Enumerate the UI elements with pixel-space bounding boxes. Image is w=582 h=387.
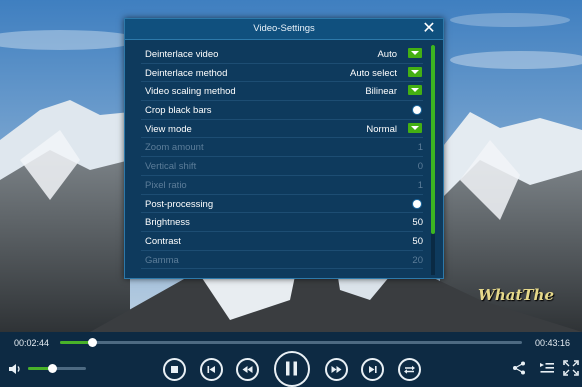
setting-row-gamma: Gamma 20: [141, 251, 423, 270]
settings-list: Deinterlace video Auto Deinterlace method A…: [141, 45, 423, 270]
setting-value[interactable]: Auto select: [350, 68, 397, 79]
seek-handle[interactable]: [87, 338, 97, 347]
setting-label: View mode: [145, 123, 192, 135]
stop-icon: [171, 366, 178, 373]
setting-row-vertical-shift: Vertical shift 0: [141, 157, 423, 176]
setting-label: Contrast: [145, 235, 181, 247]
seek-bar[interactable]: [60, 338, 522, 347]
volume-handle[interactable]: [48, 364, 58, 373]
dialog-title: Video-Settings: [253, 23, 315, 34]
dialog-header: Video-Settings ✕: [125, 19, 443, 40]
close-icon[interactable]: ✕: [421, 20, 437, 38]
setting-label: Video scaling method: [145, 86, 236, 98]
watermark-logo: WhatThe: [478, 286, 555, 304]
setting-row-pixel-ratio: Pixel ratio 1: [141, 176, 423, 195]
repeat-icon: [404, 365, 415, 374]
volume-icon[interactable]: [8, 362, 22, 376]
toggle-switch[interactable]: [413, 199, 421, 208]
setting-value: 1: [417, 179, 423, 191]
rewind-button[interactable]: [236, 358, 259, 381]
volume-slider[interactable]: [28, 364, 86, 373]
chevron-down-icon[interactable]: [408, 66, 422, 77]
setting-value[interactable]: 50: [412, 236, 423, 247]
setting-row-deinterlace-video[interactable]: Deinterlace video Auto: [141, 45, 423, 64]
setting-label: Gamma: [145, 254, 179, 266]
share-icon[interactable]: [511, 360, 527, 376]
setting-row-deinterlace-method[interactable]: Deinterlace method Auto select: [141, 64, 423, 83]
setting-row-video-scaling-method[interactable]: Video scaling method Bilinear: [141, 82, 423, 102]
pause-button[interactable]: [274, 351, 310, 387]
skip-previous-icon: [207, 366, 215, 373]
setting-label: Deinterlace method: [145, 67, 228, 79]
setting-value[interactable]: Auto: [377, 49, 397, 60]
setting-row-contrast[interactable]: Contrast 50: [141, 232, 423, 251]
fast-forward-icon: [331, 366, 342, 373]
setting-value[interactable]: 50: [412, 217, 423, 228]
setting-value: 20: [412, 254, 423, 266]
toggle-switch[interactable]: [413, 106, 421, 115]
stop-button[interactable]: [163, 358, 186, 381]
pause-icon: [286, 361, 297, 376]
rewind-icon: [242, 366, 253, 373]
fullscreen-icon[interactable]: [563, 360, 579, 376]
setting-label: Post-processing: [145, 198, 214, 210]
setting-row-view-mode[interactable]: View mode Normal: [141, 120, 423, 139]
video-settings-dialog: Video-Settings ✕ Deinterlace video Auto De…: [124, 18, 444, 279]
setting-label: Deinterlace video: [145, 49, 219, 60]
chevron-down-icon[interactable]: [408, 48, 422, 58]
total-time: 00:43:16: [534, 338, 570, 348]
setting-label: Zoom amount: [145, 142, 204, 154]
setting-row-crop-black-bars[interactable]: Crop black bars: [141, 101, 423, 120]
skip-previous-button[interactable]: [200, 358, 223, 381]
repeat-button[interactable]: [398, 358, 421, 381]
setting-row-zoom-amount: Zoom amount 1: [141, 138, 423, 158]
setting-value: 0: [417, 161, 423, 173]
setting-row-post-processing[interactable]: Post-processing: [141, 195, 423, 214]
skip-next-icon: [369, 366, 377, 373]
chevron-down-icon[interactable]: [408, 122, 422, 133]
setting-label: Pixel ratio: [145, 179, 187, 191]
setting-label: Brightness: [145, 217, 190, 229]
setting-label: Vertical shift: [145, 161, 197, 173]
scrollbar-thumb[interactable]: [431, 45, 435, 234]
chevron-down-icon[interactable]: [408, 85, 422, 96]
setting-value[interactable]: Normal: [366, 124, 397, 135]
current-time: 00:02:44: [14, 338, 50, 348]
setting-value[interactable]: Bilinear: [365, 86, 397, 97]
skip-next-button[interactable]: [361, 358, 384, 381]
setting-label: Crop black bars: [145, 105, 212, 117]
fast-forward-button[interactable]: [325, 358, 348, 381]
player-controls: 00:02:44 00:43:16: [0, 332, 582, 387]
playlist-icon[interactable]: [539, 360, 555, 376]
setting-row-brightness[interactable]: Brightness 50: [141, 213, 423, 232]
setting-value: 1: [417, 142, 423, 154]
